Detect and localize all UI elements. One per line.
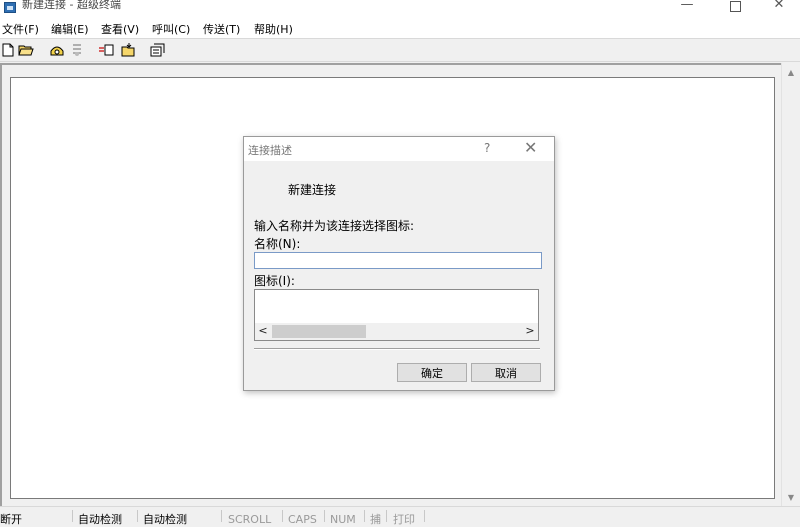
status-separator <box>424 510 425 522</box>
ok-button[interactable]: 确定 <box>397 363 467 382</box>
status-separator <box>386 510 387 522</box>
scroll-down-icon[interactable]: ▼ <box>782 490 800 506</box>
status-separator <box>221 510 222 522</box>
dialog-title-bar: 连接描述 ? ✕ <box>244 137 554 161</box>
close-icon: ✕ <box>773 0 785 12</box>
help-icon[interactable]: ? <box>484 141 490 155</box>
menu-call[interactable]: 呼叫(C) <box>152 21 190 37</box>
status-bar: 断开 自动检测 自动检测 SCROLL CAPS NUM 捕 打印 <box>0 506 800 526</box>
status-detect-2: 自动检测 <box>143 513 187 526</box>
status-detect-1: 自动检测 <box>78 513 122 526</box>
new-icon[interactable] <box>2 43 16 57</box>
icon-list-scrollbar[interactable]: < > <box>255 323 538 340</box>
minimize-button[interactable]: — <box>664 0 710 18</box>
hyperterminal-icon <box>4 2 16 13</box>
menu-view[interactable]: 查看(V) <box>101 21 139 37</box>
call-icon[interactable] <box>49 43 64 57</box>
menu-bar: 文件(F) 编辑(E) 查看(V) 呼叫(C) 传送(T) 帮助(H) <box>0 18 800 38</box>
dialog-divider <box>254 348 540 350</box>
dialog-close-icon[interactable]: ✕ <box>524 139 537 157</box>
icon-list[interactable]: < > <box>254 289 539 341</box>
send-icon[interactable] <box>99 43 114 57</box>
title-bar: 新建连接 - 超级终端 — ✕ <box>0 0 800 18</box>
connection-description-dialog: 连接描述 ? ✕ 新建连接 输入名称并为该连接选择图标: 名称(N): 图标(I… <box>243 136 555 391</box>
scroll-up-icon[interactable]: ▲ <box>782 65 800 81</box>
close-window-button[interactable]: ✕ <box>756 0 800 18</box>
menu-file[interactable]: 文件(F) <box>2 21 39 37</box>
status-separator <box>364 510 365 522</box>
name-input[interactable] <box>254 252 542 269</box>
properties-icon[interactable] <box>150 43 165 57</box>
status-print: 打印 <box>393 513 415 526</box>
menu-edit[interactable]: 编辑(E) <box>51 21 89 37</box>
maximize-button[interactable] <box>712 0 758 18</box>
status-separator <box>324 510 325 522</box>
dialog-title: 连接描述 <box>248 144 292 157</box>
window-title: 新建连接 - 超级终端 <box>22 0 121 11</box>
status-caps: CAPS <box>288 513 317 526</box>
scroll-thumb[interactable] <box>272 325 366 338</box>
disconnect-icon[interactable] <box>70 43 84 57</box>
status-connection: 断开 <box>0 513 22 526</box>
cancel-button[interactable]: 取消 <box>471 363 541 382</box>
connection-name-heading: 新建连接 <box>288 183 337 197</box>
status-num: NUM <box>330 513 356 526</box>
status-separator <box>137 510 138 522</box>
status-scroll: SCROLL <box>228 513 272 526</box>
menu-help[interactable]: 帮助(H) <box>254 21 293 37</box>
vertical-scrollbar[interactable]: ▲ ▼ <box>781 63 800 506</box>
status-separator <box>282 510 283 522</box>
icon-label: 图标(I): <box>254 274 295 288</box>
status-capture: 捕 <box>370 513 381 526</box>
toolbar <box>0 38 800 62</box>
menu-transfer[interactable]: 传送(T) <box>203 21 240 37</box>
minimize-icon: — <box>680 0 694 12</box>
name-label: 名称(N): <box>254 237 301 251</box>
dialog-prompt: 输入名称并为该连接选择图标: <box>254 219 415 233</box>
status-separator <box>72 510 73 522</box>
scroll-right-icon[interactable]: > <box>522 323 538 340</box>
scroll-left-icon[interactable]: < <box>255 323 271 340</box>
receive-icon[interactable] <box>121 43 135 57</box>
open-icon[interactable] <box>18 43 34 57</box>
maximize-icon <box>729 1 741 12</box>
